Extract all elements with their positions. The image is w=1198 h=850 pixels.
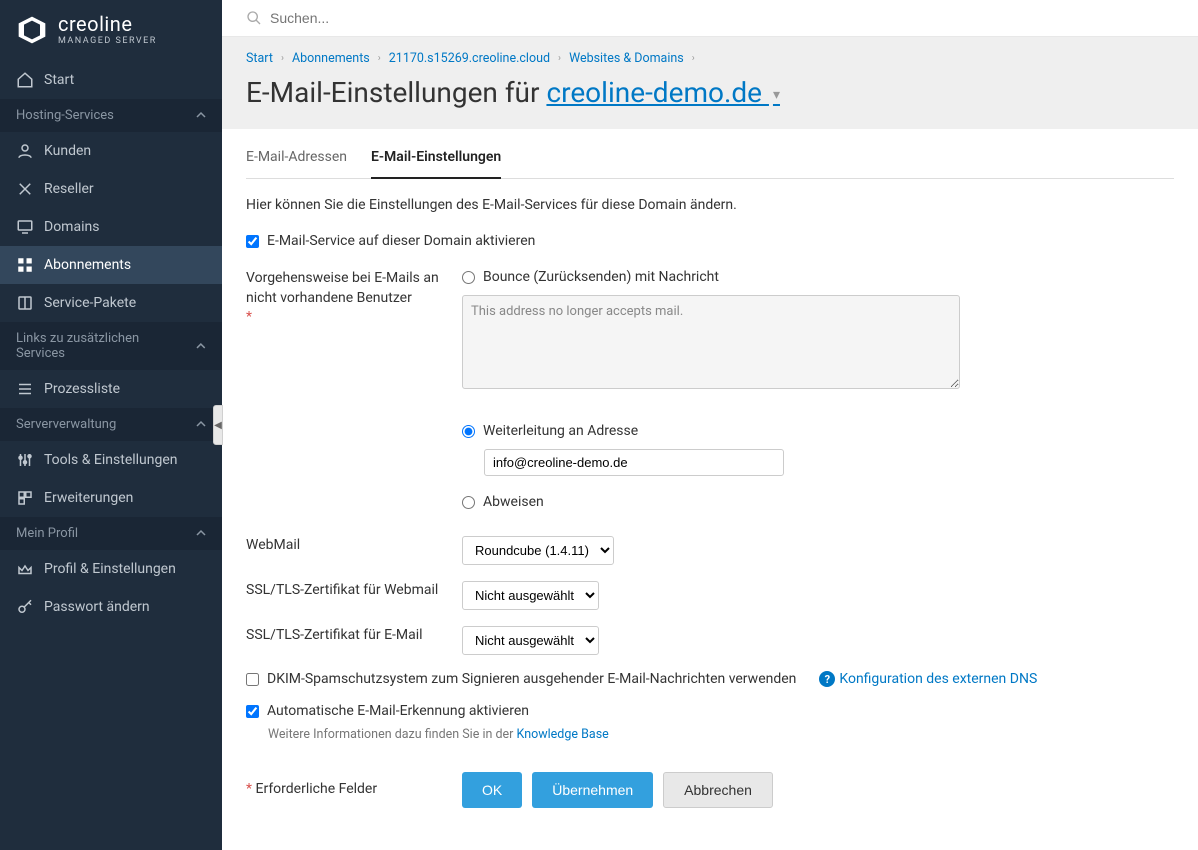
nav-erweiterungen[interactable]: Erweiterungen: [0, 479, 222, 517]
sidebar: creoline MANAGED SERVER Start Hosting-Se…: [0, 0, 222, 850]
book-icon: [16, 294, 34, 312]
help-icon: ?: [819, 671, 835, 687]
cancel-button[interactable]: Abbrechen: [663, 772, 773, 808]
intro-text: Hier können Sie die Einstellungen des E-…: [246, 197, 1174, 213]
user-icon: [16, 142, 34, 160]
chevron-up-icon: [196, 341, 206, 351]
required-asterisk: *: [246, 309, 252, 325]
ssl-email-label: SSL/TLS-Zertifikat für E-Mail: [246, 626, 446, 646]
ssl-webmail-label: SSL/TLS-Zertifikat für Webmail: [246, 581, 446, 601]
chevron-right-icon: ›: [281, 53, 284, 64]
page-title: E-Mail-Einstellungen für creoline-demo.d…: [246, 76, 1174, 109]
search-icon: [246, 10, 262, 26]
nav-passwort[interactable]: Passwort ändern: [0, 588, 222, 626]
nav-reseller[interactable]: Reseller: [0, 170, 222, 208]
section-hosting[interactable]: Hosting-Services: [0, 99, 222, 132]
caret-down-icon: ▾: [773, 87, 780, 103]
search-bar: [222, 0, 1198, 37]
dkim-checkbox[interactable]: [246, 673, 259, 686]
section-server[interactable]: Serververwaltung: [0, 408, 222, 441]
nav-start[interactable]: Start: [0, 61, 222, 99]
enable-service-checkbox[interactable]: [246, 235, 259, 248]
dkim-label: DKIM-Spamschutzsystem zum Signieren ausg…: [267, 671, 796, 687]
crumb-websites[interactable]: Websites & Domains: [569, 51, 684, 66]
webmail-select[interactable]: Roundcube (1.4.11): [462, 536, 614, 565]
tab-addresses[interactable]: E-Mail-Adressen: [246, 139, 347, 178]
crumb-abonnements[interactable]: Abonnements: [292, 51, 370, 66]
chevron-right-icon: ›: [378, 53, 381, 64]
autodiscover-checkbox[interactable]: [246, 705, 259, 718]
sidebar-collapse[interactable]: ◀: [213, 405, 223, 445]
monitor-icon: [16, 218, 34, 236]
crumb-start[interactable]: Start: [246, 51, 273, 66]
logo-main: creoline: [58, 14, 157, 34]
domain-dropdown[interactable]: creoline-demo.de ▾: [546, 76, 780, 109]
home-icon: [16, 71, 34, 89]
apply-button[interactable]: Übernehmen: [532, 772, 653, 808]
sliders-icon: [16, 451, 34, 469]
logo-icon: [16, 14, 48, 46]
nav-kunden[interactable]: Kunden: [0, 132, 222, 170]
section-profile[interactable]: Mein Profil: [0, 517, 222, 550]
process-icon: [16, 380, 34, 398]
forward-label: Weiterleitung an Adresse: [483, 423, 638, 439]
breadcrumb: Start › Abonnements › 21170.s15269.creol…: [246, 51, 1174, 66]
enable-service-label: E-Mail-Service auf dieser Domain aktivie…: [267, 233, 535, 249]
nav-tools[interactable]: Tools & Einstellungen: [0, 441, 222, 479]
forward-radio[interactable]: [462, 425, 475, 438]
bounce-radio[interactable]: [462, 271, 475, 284]
chevron-up-icon: [196, 419, 206, 429]
nonexistent-label: Vorgehensweise bei E-Mails an nicht vorh…: [246, 269, 446, 328]
forward-address-input[interactable]: [484, 449, 784, 476]
ssl-webmail-select[interactable]: Nicht ausgewählt: [462, 581, 599, 610]
nav-abonnements[interactable]: Abonnements: [0, 246, 222, 284]
ext-dns-link[interactable]: ? Konfiguration des externen DNS: [819, 671, 1037, 687]
chevron-right-icon: ›: [692, 53, 695, 64]
nav-domains[interactable]: Domains: [0, 208, 222, 246]
tab-settings[interactable]: E-Mail-Einstellungen: [371, 139, 501, 179]
webmail-label: WebMail: [246, 536, 446, 556]
puzzle-icon: [16, 489, 34, 507]
search-input[interactable]: [270, 10, 1174, 26]
nav-prozessliste[interactable]: Prozessliste: [0, 370, 222, 408]
grid-icon: [16, 256, 34, 274]
logo: creoline MANAGED SERVER: [0, 0, 222, 61]
nav-profil[interactable]: Profil & Einstellungen: [0, 550, 222, 588]
reseller-icon: [16, 180, 34, 198]
main: Start › Abonnements › 21170.s15269.creol…: [222, 0, 1198, 850]
reject-radio[interactable]: [462, 496, 475, 509]
key-icon: [16, 598, 34, 616]
ok-button[interactable]: OK: [462, 772, 522, 808]
crown-icon: [16, 560, 34, 578]
bounce-label: Bounce (Zurücksenden) mit Nachricht: [483, 269, 719, 285]
chevron-up-icon: [196, 528, 206, 538]
chevron-up-icon: [196, 110, 206, 120]
nav-service-pakete[interactable]: Service-Pakete: [0, 284, 222, 322]
tabs: E-Mail-Adressen E-Mail-Einstellungen: [246, 139, 1174, 179]
logo-sub: MANAGED SERVER: [58, 36, 157, 47]
autodiscover-hint: Weitere Informationen dazu finden Sie in…: [268, 727, 517, 742]
ssl-email-select[interactable]: Nicht ausgewählt: [462, 626, 599, 655]
autodiscover-label: Automatische E-Mail-Erkennung aktivieren: [267, 703, 529, 719]
crumb-subscription[interactable]: 21170.s15269.creoline.cloud: [389, 51, 550, 66]
section-links[interactable]: Links zu zusätzlichen Services: [0, 322, 222, 370]
bounce-textarea[interactable]: This address no longer accepts mail.: [462, 295, 960, 389]
reject-label: Abweisen: [483, 494, 544, 510]
kb-link[interactable]: Knowledge Base: [517, 727, 609, 742]
chevron-right-icon: ›: [558, 53, 561, 64]
required-note: * Erforderliche Felder: [246, 780, 446, 800]
